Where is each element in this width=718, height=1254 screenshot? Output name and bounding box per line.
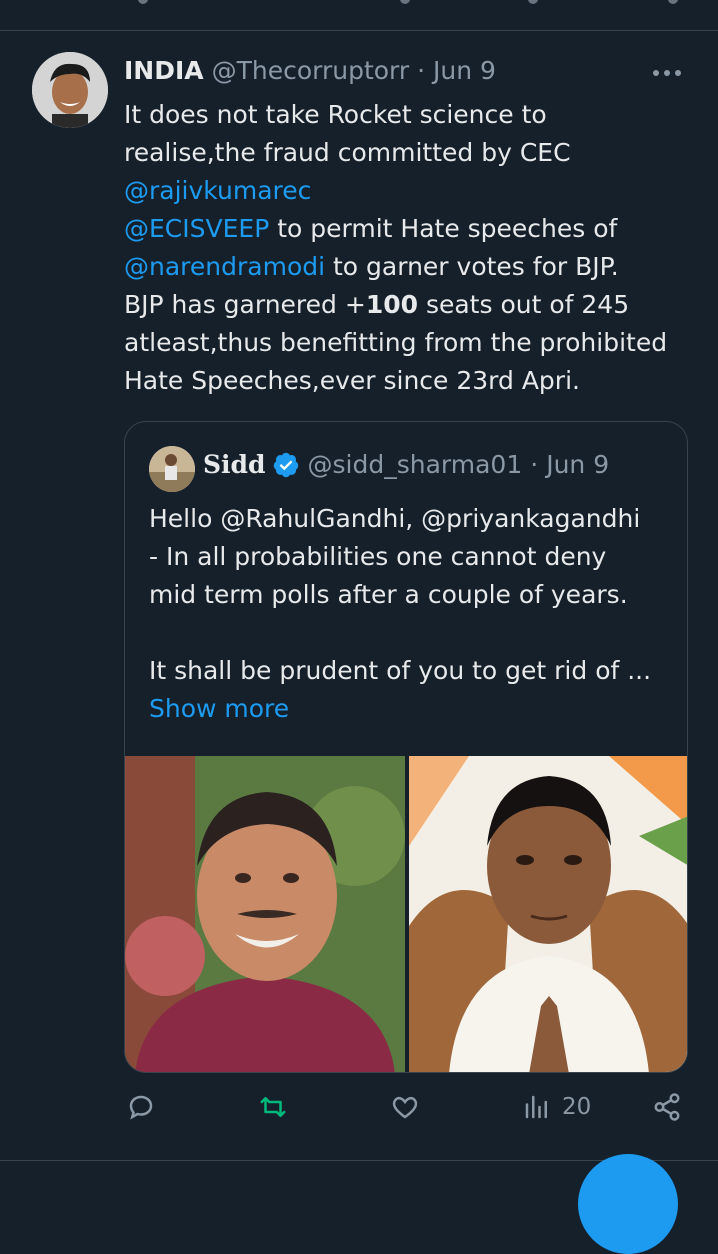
- views-button[interactable]: 20: [522, 1092, 591, 1122]
- tweet-line: Hate Speeches,ever since 23rd Apri.: [124, 366, 580, 395]
- tweet-date[interactable]: Jun 9: [433, 56, 496, 85]
- like-icon: [392, 1096, 418, 1119]
- share-button[interactable]: [652, 1092, 682, 1122]
- quoted-author-name[interactable]: Sidd: [203, 450, 266, 479]
- tweet-line: It does not take Rocket science to: [124, 100, 547, 129]
- dot-separator: ·: [530, 450, 539, 479]
- quoted-line: Hello @RahulGandhi, @priyankagandhi: [149, 504, 641, 533]
- author-avatar[interactable]: [32, 52, 108, 128]
- author-name[interactable]: INDIA: [124, 56, 204, 85]
- quoted-photo-right[interactable]: [409, 756, 687, 1072]
- quoted-line: - In all probabilities one cannot deny: [149, 542, 607, 571]
- quoted-line: mid term polls after a couple of years.: [149, 580, 628, 609]
- reply-icon: [129, 1095, 153, 1120]
- quoted-line: [149, 614, 669, 652]
- quoted-author-avatar[interactable]: [149, 446, 195, 492]
- retweet-icon: [260, 1097, 286, 1117]
- tweet-header: INDIA @Thecorruptorr · Jun 9: [124, 56, 496, 85]
- show-more-link[interactable]: Show more: [149, 690, 669, 728]
- quoted-author-handle[interactable]: @sidd_sharma01: [308, 450, 523, 479]
- quoted-tweet-header: Sidd @sidd_sharma01 · Jun 9: [203, 450, 609, 479]
- quoted-photo-left[interactable]: [125, 756, 405, 1072]
- tweet-line: atleast,thus benefitting from the prohib…: [124, 328, 668, 357]
- mention-link[interactable]: @narendramodi: [124, 252, 325, 281]
- quoted-tweet[interactable]: Sidd @sidd_sharma01 · Jun 9 Hello @Rahul…: [124, 421, 688, 1073]
- share-icon[interactable]: [668, 0, 678, 4]
- share-icon: [654, 1093, 680, 1121]
- tweet-line: @narendramodi to garner votes for BJP.: [124, 252, 619, 281]
- tweet-line: realise,the fraud committed by CEC: [124, 138, 571, 167]
- quoted-tweet-text: Hello @RahulGandhi, @priyankagandhi - In…: [149, 500, 669, 728]
- author-handle[interactable]: @Thecorruptorr: [212, 56, 410, 85]
- previous-tweet-actions: [0, 0, 718, 8]
- more-icon[interactable]: [652, 58, 682, 83]
- tweet-line: @rajivkumarec: [124, 172, 699, 210]
- dot-separator: ·: [417, 56, 426, 85]
- mention-link[interactable]: @ECISVEEP: [124, 214, 269, 243]
- views-count: 20: [562, 1094, 592, 1120]
- tweet-line: @ECISVEEP to permit Hate speeches of: [124, 214, 618, 243]
- quoted-line: It shall be prudent of you to get rid of…: [149, 656, 652, 685]
- like-icon[interactable]: [400, 0, 410, 4]
- divider: [0, 30, 718, 31]
- compose-button[interactable]: [578, 1154, 678, 1254]
- views-icon: [525, 1095, 547, 1119]
- views-icon[interactable]: [528, 0, 538, 4]
- tweet-text: It does not take Rocket science to reali…: [124, 96, 699, 400]
- like-button[interactable]: [390, 1092, 420, 1122]
- verified-icon: [273, 452, 298, 477]
- tweet-action-bar: 20: [0, 1092, 718, 1140]
- retweet-button[interactable]: [258, 1092, 288, 1122]
- quoted-tweet-date[interactable]: Jun 9: [546, 450, 609, 479]
- reply-icon[interactable]: [138, 0, 148, 4]
- mention-link[interactable]: @rajivkumarec: [124, 176, 311, 205]
- tweet-line: BJP has garnered +100 seats out of 245: [124, 290, 630, 319]
- reply-button[interactable]: [126, 1092, 156, 1122]
